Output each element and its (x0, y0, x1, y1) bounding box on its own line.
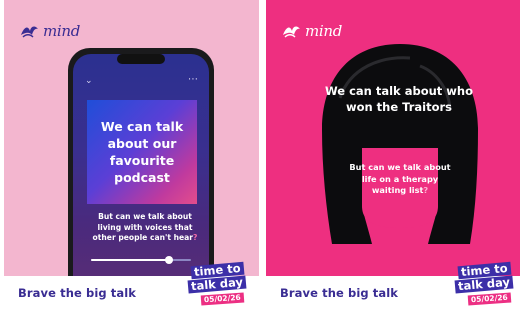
podcast-caption: But can we talk about living with voices… (85, 212, 205, 244)
wig-top-text: We can talk about who won the Traitors (325, 84, 473, 114)
time-to-talk-badge-right: time to talk day 05/02/26 (454, 261, 518, 312)
mind-logo-icon (283, 26, 300, 38)
playback-progress-bar[interactable] (91, 256, 191, 264)
right-poster: mind We can talk about who won the Trait… (266, 0, 520, 306)
bottom-text-main: But can we talk about life on a therapy … (349, 162, 451, 195)
playback-progress-fill (91, 259, 169, 261)
podcast-artwork: We can talk about our favourite podcast (87, 100, 197, 204)
time-to-talk-badge-left: time to talk day 05/02/26 (187, 261, 251, 312)
wig-shape (322, 44, 478, 244)
more-dots-icon[interactable]: ⋯ (188, 74, 199, 85)
chevron-down-icon[interactable]: ⌄ (85, 76, 93, 86)
bottom-question-mark: ? (423, 185, 429, 195)
phone-mockup: ⌄ ⋯ We can talk about our favourite podc… (68, 48, 214, 298)
footer-tagline: Brave the big talk (18, 286, 137, 300)
badge-date: 05/02/26 (467, 292, 512, 306)
mind-logo: mind (18, 22, 80, 40)
logo-wordmark: mind (43, 22, 81, 40)
playback-progress-knob[interactable] (165, 256, 173, 264)
badge-line-2: talk day (454, 275, 514, 294)
podcast-headline: We can talk about our favourite podcast (100, 119, 184, 185)
phone-notch (117, 54, 165, 64)
badge-date: 05/02/26 (200, 292, 245, 306)
left-poster: mind ⌄ ⋯ We can talk about our favourite… (4, 0, 259, 306)
mind-logo-icon (21, 26, 38, 38)
wig-bottom-text: But can we talk about life on a therapy … (348, 162, 452, 197)
wig-illustration: We can talk about who won the Traitors B… (310, 38, 490, 250)
footer-tagline: Brave the big talk (280, 286, 399, 300)
badge-line-2: talk day (187, 275, 247, 294)
caption-main: But can we talk about living with voices… (92, 212, 194, 242)
caption-question-mark: ? (193, 233, 198, 242)
